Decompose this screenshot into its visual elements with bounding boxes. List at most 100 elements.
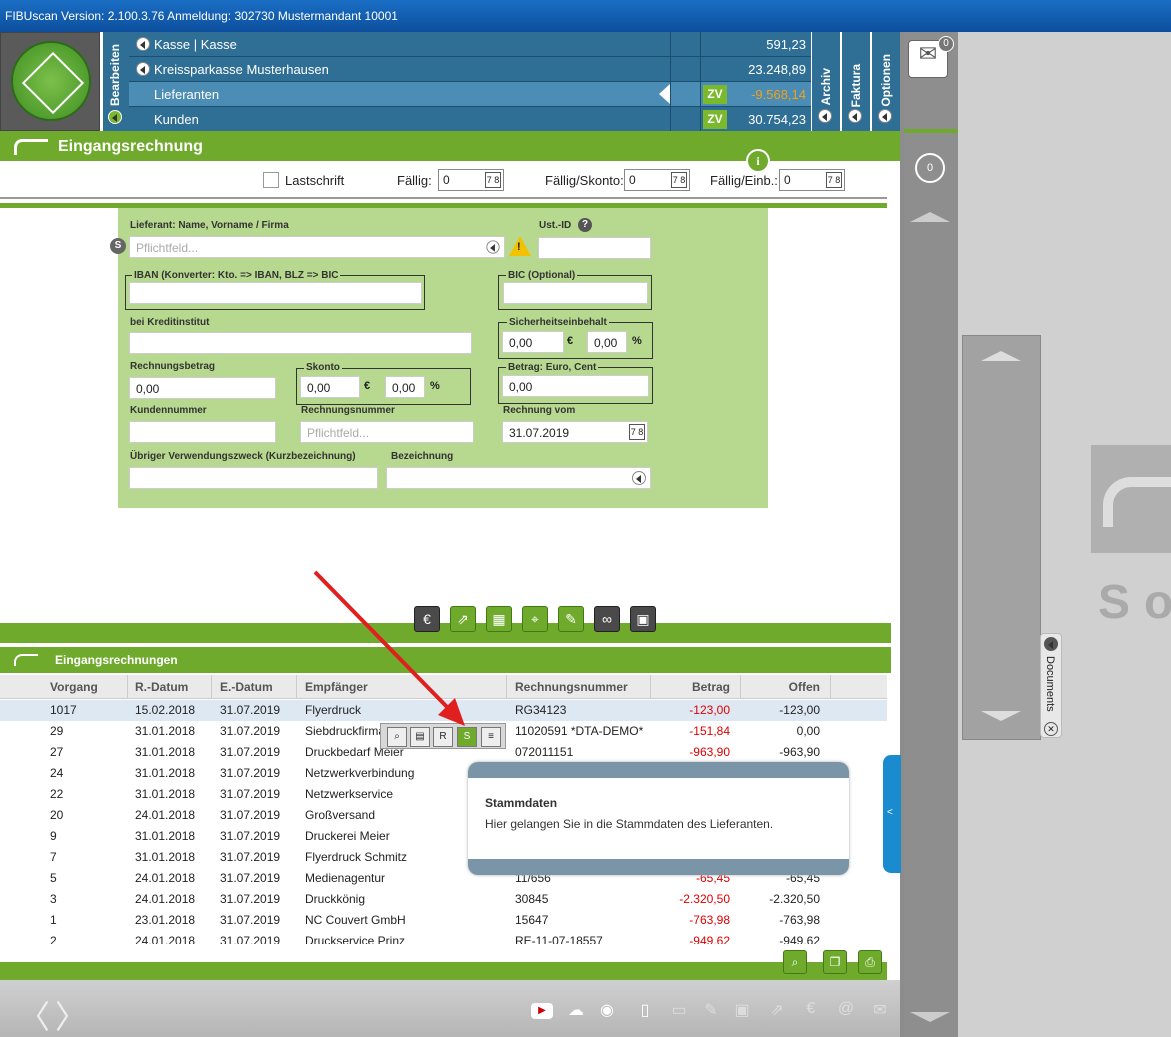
cell-vorgang: 2 (50, 934, 57, 944)
col-vorgang[interactable]: Vorgang (50, 680, 98, 694)
documents-tab[interactable]: Documents ✕ (1040, 633, 1062, 738)
scroll-up-icon[interactable] (981, 351, 1021, 361)
faellig-input[interactable]: 0 7 8 (438, 169, 504, 191)
euro-symbol: € (364, 380, 371, 392)
annotation-arrow (313, 570, 465, 726)
prev-arrow-icon[interactable]: 〈 (18, 992, 50, 1037)
lastschrift-label: Lastschrift (285, 173, 345, 188)
betrag-input[interactable]: 0,00 (129, 377, 276, 399)
zweck-input[interactable] (129, 467, 378, 489)
col-rechnungsnummer[interactable]: Rechnungsnummer (515, 680, 628, 694)
cell-offen: -963,90 (779, 745, 820, 759)
calendar-icon[interactable]: 7 8 (826, 172, 842, 188)
close-icon[interactable]: ✕ (1044, 722, 1058, 736)
arrow-left-icon[interactable] (1044, 637, 1058, 651)
mail-icon[interactable]: ✉ (869, 1000, 891, 1022)
cell-vorgang: 5 (50, 871, 57, 885)
bezeichnung-input[interactable] (386, 467, 651, 489)
zv-button[interactable]: ZV (703, 110, 727, 129)
account-row-kasse[interactable]: Kasse | Kasse 591,23 (129, 32, 811, 57)
tab-archiv[interactable]: Archiv (812, 32, 840, 131)
dropdown-icon[interactable] (632, 471, 646, 485)
edit-icon[interactable]: ✎ (558, 606, 584, 632)
col-betrag[interactable]: Betrag (692, 680, 730, 694)
table-row[interactable]: 1 23.01.2018 31.07.2019 NC Couvert GmbH 1564… (0, 910, 887, 931)
euro-icon[interactable]: € (800, 1000, 822, 1022)
edit-doc-icon[interactable]: ✎ (700, 1000, 722, 1022)
tab-bearbeiten[interactable]: Bearbeiten (103, 32, 129, 131)
kredit-input[interactable] (129, 332, 472, 354)
play-icon[interactable] (108, 110, 122, 124)
arrow-left-icon[interactable] (818, 109, 832, 123)
einb-input[interactable]: 0 7 8 (779, 169, 845, 191)
stammdaten-icon[interactable]: S (110, 238, 126, 254)
table-row[interactable]: 2 24.01.2018 31.07.2019 Druckservice Prinz R… (0, 931, 887, 944)
arrow-left-icon[interactable] (136, 37, 150, 51)
calendar-icon[interactable]: 7 8 (671, 172, 687, 188)
app-logo[interactable] (0, 32, 100, 131)
eye-icon[interactable]: ◉ (596, 1000, 618, 1022)
skonto-euro-input[interactable]: 0,00 (300, 376, 360, 398)
bic-input[interactable] (503, 282, 648, 304)
comment-icon[interactable]: ≡ (481, 727, 501, 747)
cell-edatum: 31.07.2019 (220, 808, 281, 822)
rechnr-input[interactable]: Pflichtfeld... (300, 421, 474, 443)
save-icon[interactable]: ▣ (731, 1000, 753, 1022)
kundennr-input[interactable] (129, 421, 276, 443)
iban-input[interactable] (129, 282, 422, 304)
scroll-down-icon[interactable] (981, 711, 1021, 721)
print-icon[interactable]: ⎙ (858, 950, 882, 974)
collapse-tab[interactable]: < (883, 755, 901, 873)
export-icon[interactable]: ⇗ (766, 1000, 788, 1022)
arrow-left-icon[interactable] (848, 109, 862, 123)
ustid-input[interactable] (538, 237, 651, 259)
save-icon[interactable]: ▣ (630, 606, 656, 632)
dropdown-icon[interactable] (486, 240, 500, 254)
bottom-bar: 〈 〉 ▶ ☁ ◉ ▯ ▭ ✎ ▣ ⇗ € @ ✉ (0, 980, 900, 1037)
scroll-up-icon[interactable] (910, 212, 950, 222)
account-row-lieferanten[interactable]: Lieferanten ZV -9.568,14 (129, 82, 811, 107)
at-icon[interactable]: @ (835, 1000, 857, 1022)
tooltip-title: Stammdaten (485, 796, 558, 810)
search-icon[interactable]: ⌕ (783, 950, 807, 974)
sicherheit-euro-input[interactable]: 0,00 (502, 331, 564, 353)
info-icon[interactable]: i (746, 149, 770, 173)
col-offen[interactable]: Offen (789, 680, 820, 694)
tab-faktura[interactable]: Faktura (842, 32, 870, 131)
sicherheit-pct-input[interactable]: 0,00 (587, 331, 627, 353)
zv-button[interactable]: ZV (703, 85, 727, 104)
basket-icon[interactable]: ▦ (486, 606, 512, 632)
infinity-icon[interactable]: ∞ (594, 606, 620, 632)
lieferant-input[interactable]: Pflichtfeld... (129, 236, 505, 258)
col-rdatum[interactable]: R.-Datum (135, 680, 188, 694)
lastschrift-checkbox[interactable] (263, 172, 279, 188)
tab-optionen[interactable]: Optionen (872, 32, 900, 131)
cell-rechnungsnummer: RG34123 (515, 703, 567, 717)
arrow-left-icon[interactable] (878, 109, 892, 123)
skonto-filter-input[interactable]: 0 7 8 (624, 169, 690, 191)
calendar-icon[interactable]: 7 8 (485, 172, 501, 188)
cell-rdatum: 31.01.2018 (135, 766, 196, 780)
table-row[interactable]: 3 24.01.2018 31.07.2019 Druckkönig 30845 -2.3… (0, 889, 887, 910)
next-arrow-icon[interactable]: 〉 (55, 992, 87, 1037)
account-row-kunden[interactable]: Kunden ZV 30.754,23 (129, 107, 811, 132)
betrag-label: Rechnungsbetrag (130, 361, 216, 372)
device-icon[interactable]: ▯ (634, 1000, 656, 1022)
arrow-left-icon[interactable] (136, 62, 150, 76)
doc-icon[interactable]: ▭ (668, 1000, 690, 1022)
youtube-icon[interactable]: ▶ (531, 1003, 553, 1019)
skonto-pct-input[interactable]: 0,00 (385, 376, 425, 398)
account-row-kreissparkasse[interactable]: Kreissparkasse Musterhausen 23.248,89 (129, 57, 811, 82)
cell-betrag: -763,98 (689, 913, 730, 927)
cloud-icon[interactable]: ☁ (565, 1000, 587, 1022)
account-value: 30.754,23 (748, 112, 806, 127)
cell-betrag: -2.320,50 (679, 892, 730, 906)
col-edatum[interactable]: E.-Datum (220, 680, 273, 694)
location-icon[interactable]: ⌖ (522, 606, 548, 632)
rechvom-input[interactable]: 31.07.2019 7 8 (502, 421, 648, 443)
calendar-icon[interactable]: 7 8 (629, 424, 645, 440)
betrag-ec-input[interactable]: 0,00 (502, 375, 649, 397)
copy-icon[interactable]: ❐ (823, 950, 847, 974)
scroll-down-icon[interactable] (910, 1012, 950, 1022)
help-icon[interactable]: ? (578, 218, 592, 232)
